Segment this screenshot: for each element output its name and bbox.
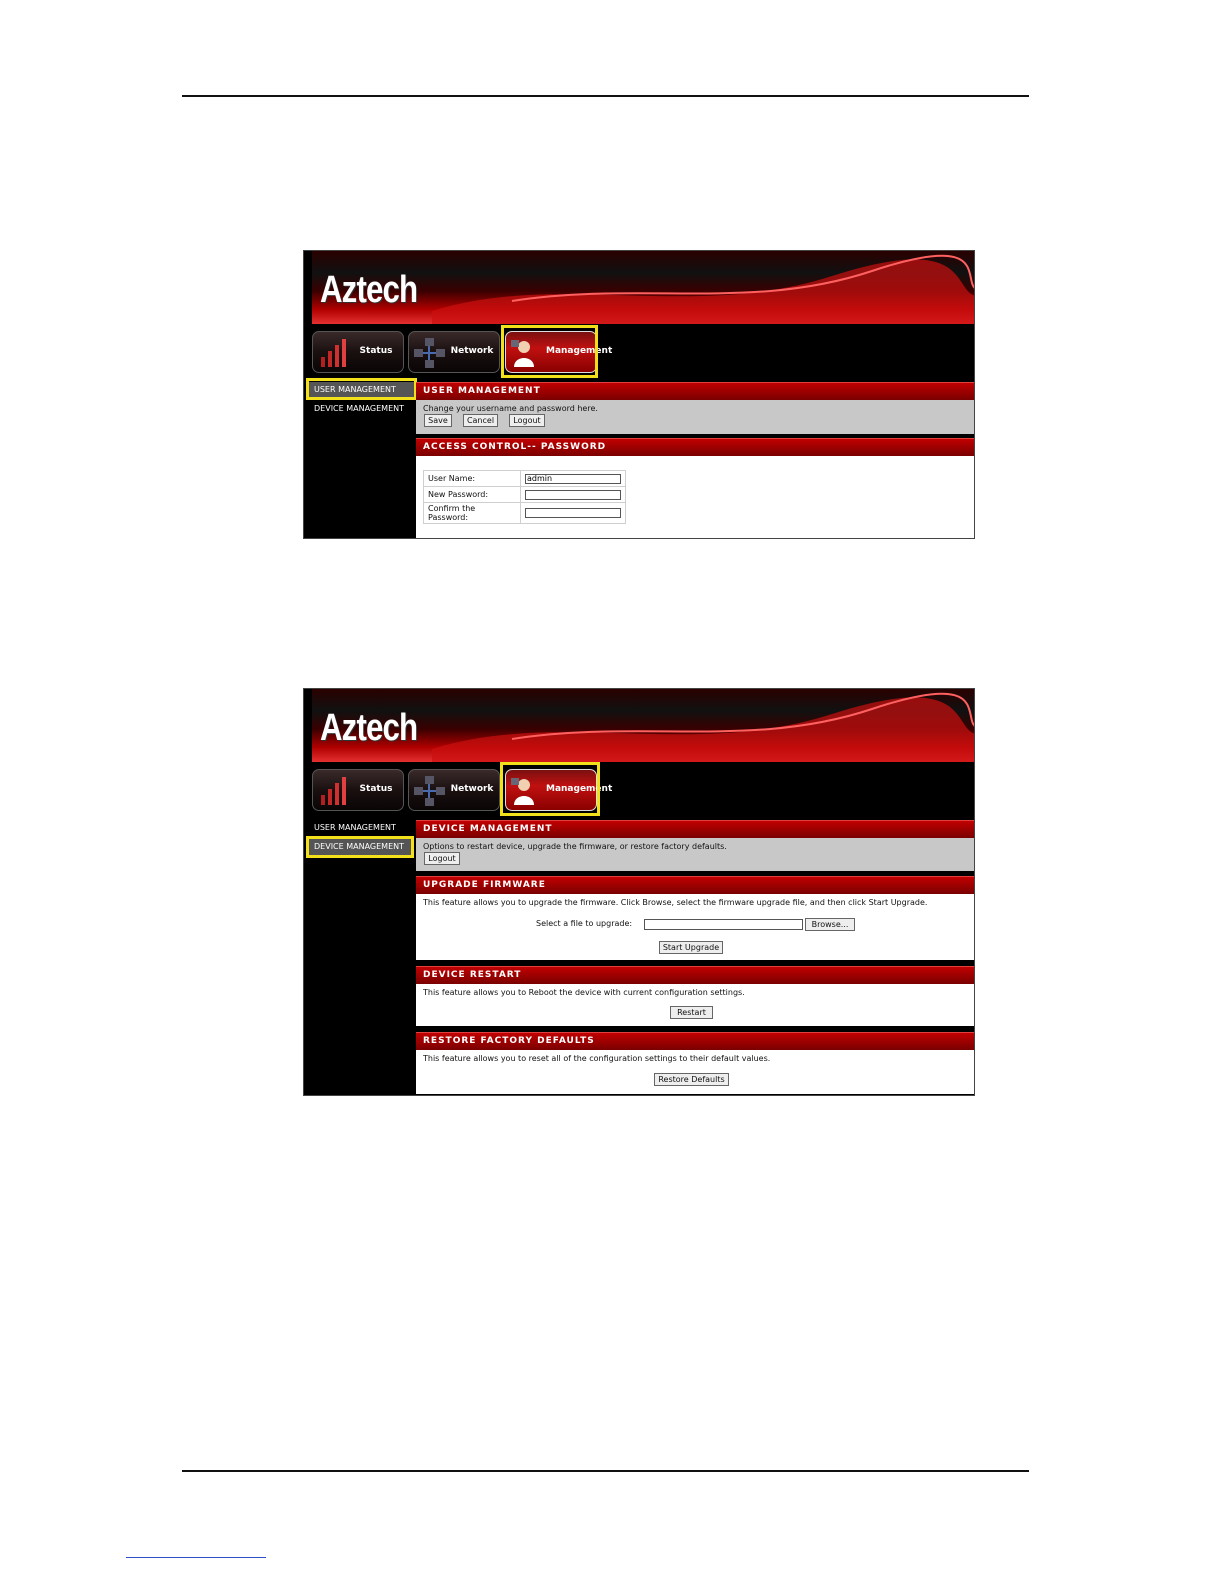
section-title: UPGRADE FIRMWARE bbox=[416, 876, 974, 894]
network-icon bbox=[414, 776, 445, 806]
restart-button[interactable]: Restart bbox=[670, 1006, 713, 1019]
save-button[interactable]: Save bbox=[424, 414, 452, 427]
tab-status[interactable]: Status bbox=[312, 769, 404, 811]
section-device-management: DEVICE MANAGEMENT Options to restart dev… bbox=[416, 820, 974, 871]
highlight-user-management bbox=[306, 378, 417, 400]
section-upgrade-firmware: UPGRADE FIRMWARE This feature allows you… bbox=[416, 876, 974, 960]
highlight-management-tab bbox=[500, 762, 600, 816]
username-input[interactable] bbox=[525, 473, 621, 484]
bar-chart-icon bbox=[321, 777, 346, 805]
section-body: This feature allows you to Reboot the de… bbox=[416, 984, 974, 1026]
section-body: This feature allows you to reset all of … bbox=[416, 1050, 974, 1094]
banner: Aztech bbox=[312, 251, 974, 324]
section-title: USER MANAGEMENT bbox=[416, 382, 974, 400]
browse-button[interactable]: Browse... bbox=[805, 918, 855, 931]
tab-network[interactable]: Network bbox=[408, 331, 500, 373]
new-password-input[interactable] bbox=[525, 489, 621, 500]
sidebar-item-user-management[interactable]: USER MANAGEMENT bbox=[308, 820, 414, 836]
footer-rule bbox=[182, 1470, 1029, 1472]
brand-logo: Aztech bbox=[320, 707, 418, 749]
confirm-password-input[interactable] bbox=[525, 508, 621, 518]
tab-status-label: Status bbox=[359, 784, 393, 794]
confirm-password-label: Confirm the Password: bbox=[423, 502, 521, 524]
section-restore-defaults: RESTORE FACTORY DEFAULTS This feature al… bbox=[416, 1032, 974, 1094]
logout-button[interactable]: Logout bbox=[424, 852, 460, 865]
cancel-button[interactable]: Cancel bbox=[463, 414, 498, 427]
password-form: User Name: New Password: Confirm the Pas… bbox=[423, 470, 626, 524]
section-title: DEVICE MANAGEMENT bbox=[416, 820, 974, 838]
bar-chart-icon bbox=[321, 339, 346, 367]
brand-logo: Aztech bbox=[320, 269, 418, 311]
section-access-control: ACCESS CONTROL-- PASSWORD User Name: New… bbox=[416, 438, 974, 538]
screenshot-device-management: Aztech Status Network Management USER MA… bbox=[303, 688, 975, 1096]
username-label: User Name: bbox=[423, 470, 521, 487]
logout-button[interactable]: Logout bbox=[509, 414, 545, 427]
tab-status-label: Status bbox=[359, 346, 393, 356]
tab-network-label: Network bbox=[450, 784, 494, 794]
restore-defaults-button[interactable]: Restore Defaults bbox=[654, 1073, 729, 1086]
description-text: Change your username and password here. bbox=[423, 404, 598, 413]
screenshot-user-management: Aztech Status Network Management USER MA… bbox=[303, 250, 975, 539]
section-device-restart: DEVICE RESTART This feature allows you t… bbox=[416, 966, 974, 1026]
section-body: This feature allows you to upgrade the f… bbox=[416, 894, 974, 960]
description-text: This feature allows you to upgrade the f… bbox=[423, 898, 928, 907]
footer-link-underline bbox=[126, 1557, 266, 1558]
section-title: ACCESS CONTROL-- PASSWORD bbox=[416, 438, 974, 456]
description-text: This feature allows you to reset all of … bbox=[423, 1054, 771, 1063]
sidebar-item-device-management[interactable]: DEVICE MANAGEMENT bbox=[308, 401, 414, 417]
section-title: DEVICE RESTART bbox=[416, 966, 974, 984]
network-icon bbox=[414, 338, 445, 368]
tab-network-label: Network bbox=[450, 346, 494, 356]
new-password-label: New Password: bbox=[423, 486, 521, 503]
tab-status[interactable]: Status bbox=[312, 331, 404, 373]
section-body: User Name: New Password: Confirm the Pas… bbox=[416, 456, 974, 538]
banner: Aztech bbox=[312, 689, 974, 762]
highlight-management-tab bbox=[501, 325, 598, 378]
highlight-device-management bbox=[306, 836, 414, 858]
description-text: Options to restart device, upgrade the f… bbox=[423, 842, 727, 851]
file-path-input[interactable] bbox=[644, 919, 803, 930]
start-upgrade-button[interactable]: Start Upgrade bbox=[659, 941, 723, 954]
file-label: Select a file to upgrade: bbox=[536, 919, 633, 928]
section-body: Change your username and password here. … bbox=[416, 400, 974, 434]
description-text: This feature allows you to Reboot the de… bbox=[423, 988, 745, 997]
section-title: RESTORE FACTORY DEFAULTS bbox=[416, 1032, 974, 1050]
section-body: Options to restart device, upgrade the f… bbox=[416, 838, 974, 871]
header-rule bbox=[182, 95, 1029, 97]
tab-network[interactable]: Network bbox=[408, 769, 500, 811]
section-user-management: USER MANAGEMENT Change your username and… bbox=[416, 382, 974, 434]
